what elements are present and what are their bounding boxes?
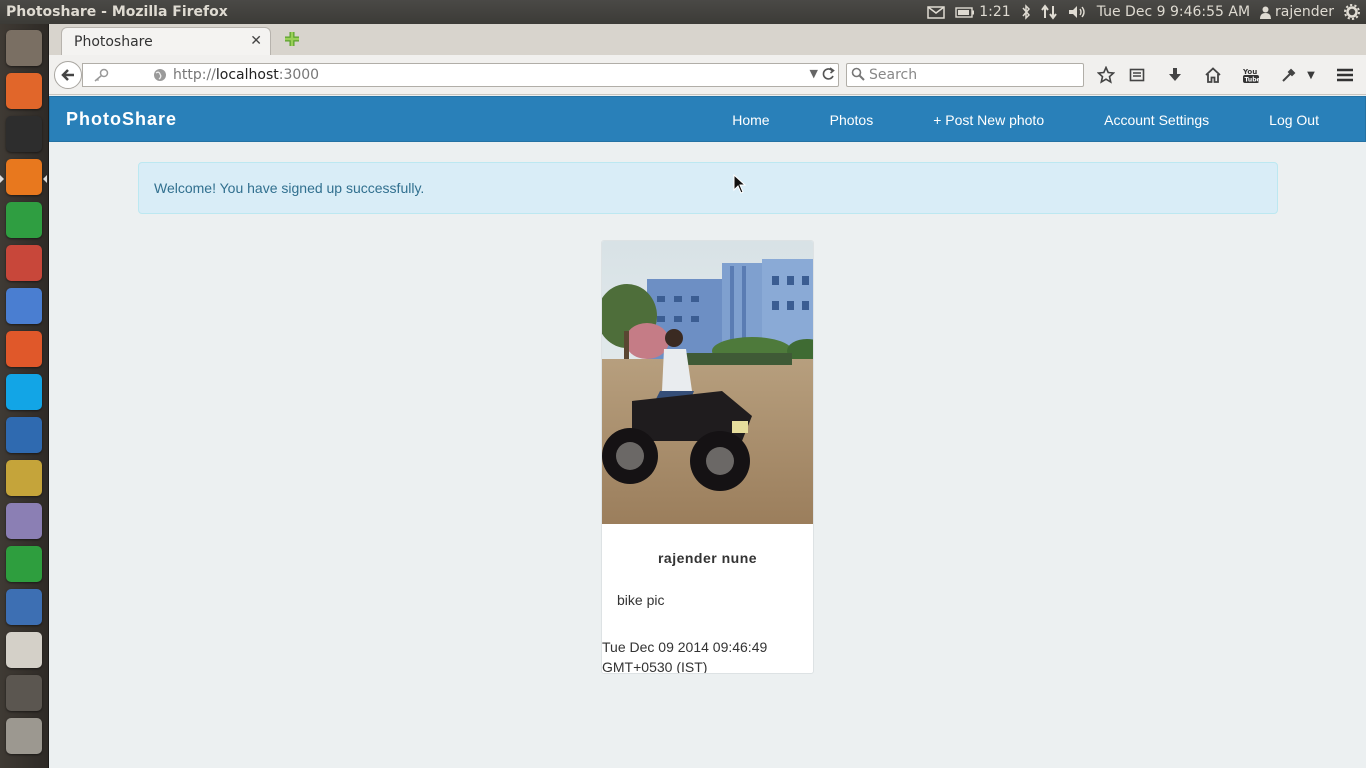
url-text[interactable]: http://localhost:3000: [173, 67, 319, 83]
user-name: rajender: [1275, 4, 1334, 20]
running-indicator: [0, 175, 4, 183]
search-icon: [851, 67, 865, 85]
photo-card: rajender nune bike pic Tue Dec 09 2014 0…: [601, 240, 814, 674]
browser-toolbar: http://localhost:3000 ▼ Search You Tube ▼: [49, 55, 1366, 95]
battery-time: 1:21: [979, 4, 1011, 20]
download-icon[interactable]: [1164, 64, 1186, 86]
close-icon[interactable]: ✕: [250, 33, 262, 49]
dropdown-icon[interactable]: ▼: [810, 67, 818, 80]
clock[interactable]: Tue Dec 9 9:46:55 AM: [1097, 4, 1250, 20]
search-input[interactable]: Search: [846, 63, 1084, 87]
home-icon[interactable]: [1202, 64, 1224, 86]
photo-owner[interactable]: rajender nune: [602, 550, 813, 566]
launcher-terminal-icon[interactable]: [6, 116, 42, 152]
tab-title: Photoshare: [74, 33, 153, 50]
mouse-cursor-icon: [733, 173, 747, 198]
alert-message: Welcome! You have signed up successfully…: [154, 180, 425, 196]
launcher-dash-home-icon[interactable]: [6, 30, 42, 66]
photo-caption: bike pic: [617, 592, 665, 608]
launcher-image-editor-icon[interactable]: [6, 632, 42, 668]
window-title: Photoshare - Mozilla Firefox: [6, 4, 228, 20]
launcher-firefox-icon[interactable]: [6, 159, 42, 195]
bookmark-star-icon[interactable]: [1095, 64, 1117, 86]
user-menu[interactable]: rajender: [1260, 4, 1334, 20]
new-tab-icon[interactable]: [283, 30, 301, 48]
focus-indicator: [43, 175, 47, 183]
back-arrow-icon: [61, 69, 74, 81]
launcher-drive-icon[interactable]: [6, 718, 42, 754]
mail-icon[interactable]: [927, 5, 945, 19]
key-icon: [93, 68, 109, 86]
reload-icon[interactable]: [821, 66, 835, 86]
flash-alert: Welcome! You have signed up successfully…: [138, 162, 1278, 214]
launcher-libreoffice-calc-icon[interactable]: [6, 202, 42, 238]
svg-text:You: You: [1242, 68, 1257, 76]
launcher-system-settings-icon[interactable]: [6, 245, 42, 281]
battery-icon: [955, 6, 975, 18]
launcher-files-icon[interactable]: [6, 73, 42, 109]
launcher-chromium-icon[interactable]: [6, 288, 42, 324]
youtube-icon[interactable]: You Tube: [1240, 64, 1262, 86]
url-host: localhost: [215, 67, 279, 83]
launcher-skype-icon[interactable]: [6, 374, 42, 410]
chevron-down-icon[interactable]: ▼: [1300, 64, 1322, 86]
launcher-libreoffice-writer-icon[interactable]: [6, 417, 42, 453]
site-navbar: PhotoShare Home Photos + Post New photo …: [49, 96, 1366, 142]
url-bar[interactable]: http://localhost:3000 ▼: [82, 63, 839, 87]
bluetooth-icon[interactable]: [1021, 4, 1031, 20]
tab-photoshare[interactable]: Photoshare ✕: [61, 27, 271, 55]
photo-date-line2: GMT+0530 (IST): [602, 659, 708, 674]
photo-date-line1: Tue Dec 09 2014 09:46:49: [602, 639, 768, 655]
hamburger-menu-icon[interactable]: [1334, 64, 1356, 86]
launcher-window-icon[interactable]: [6, 675, 42, 711]
nav-photos[interactable]: Photos: [800, 112, 904, 128]
launcher-webcam-cheese-icon[interactable]: [6, 503, 42, 539]
volume-icon[interactable]: [1067, 4, 1087, 20]
battery-indicator[interactable]: 1:21: [955, 4, 1011, 20]
reading-list-icon[interactable]: [1126, 64, 1148, 86]
browser-tab-bar: Photoshare ✕: [49, 24, 1366, 55]
user-icon: [1260, 6, 1272, 19]
svg-text:Tube: Tube: [1245, 77, 1261, 84]
dropper-icon[interactable]: [1278, 64, 1300, 86]
gear-icon[interactable]: [1344, 4, 1360, 20]
nav-account-settings[interactable]: Account Settings: [1074, 112, 1239, 128]
launcher-calculator-icon[interactable]: [6, 460, 42, 496]
launcher-recycle-icon[interactable]: [6, 546, 42, 582]
launcher-software-center-icon[interactable]: [6, 331, 42, 367]
site-brand[interactable]: PhotoShare: [66, 109, 177, 130]
os-top-panel: Photoshare - Mozilla Firefox 1:21 Tue De…: [0, 0, 1366, 24]
launcher-pidgin-icon[interactable]: [6, 589, 42, 625]
page-viewport: PhotoShare Home Photos + Post New photo …: [49, 96, 1366, 768]
search-placeholder: Search: [869, 67, 918, 83]
nav-log-out[interactable]: Log Out: [1239, 112, 1365, 128]
nav-post-new-photo[interactable]: + Post New photo: [903, 112, 1074, 128]
photo-date: Tue Dec 09 2014 09:46:49 GMT+0530 (IST): [602, 637, 802, 674]
back-button[interactable]: [54, 61, 82, 89]
nav-home[interactable]: Home: [702, 112, 799, 128]
nav-links: Home Photos + Post New photo Account Set…: [702, 97, 1365, 143]
url-scheme: http://: [173, 67, 216, 83]
globe-icon: [153, 68, 167, 86]
unity-launcher: [0, 24, 49, 768]
url-port: :3000: [278, 67, 320, 83]
photo-image[interactable]: [602, 241, 813, 524]
network-icon[interactable]: [1040, 4, 1057, 20]
